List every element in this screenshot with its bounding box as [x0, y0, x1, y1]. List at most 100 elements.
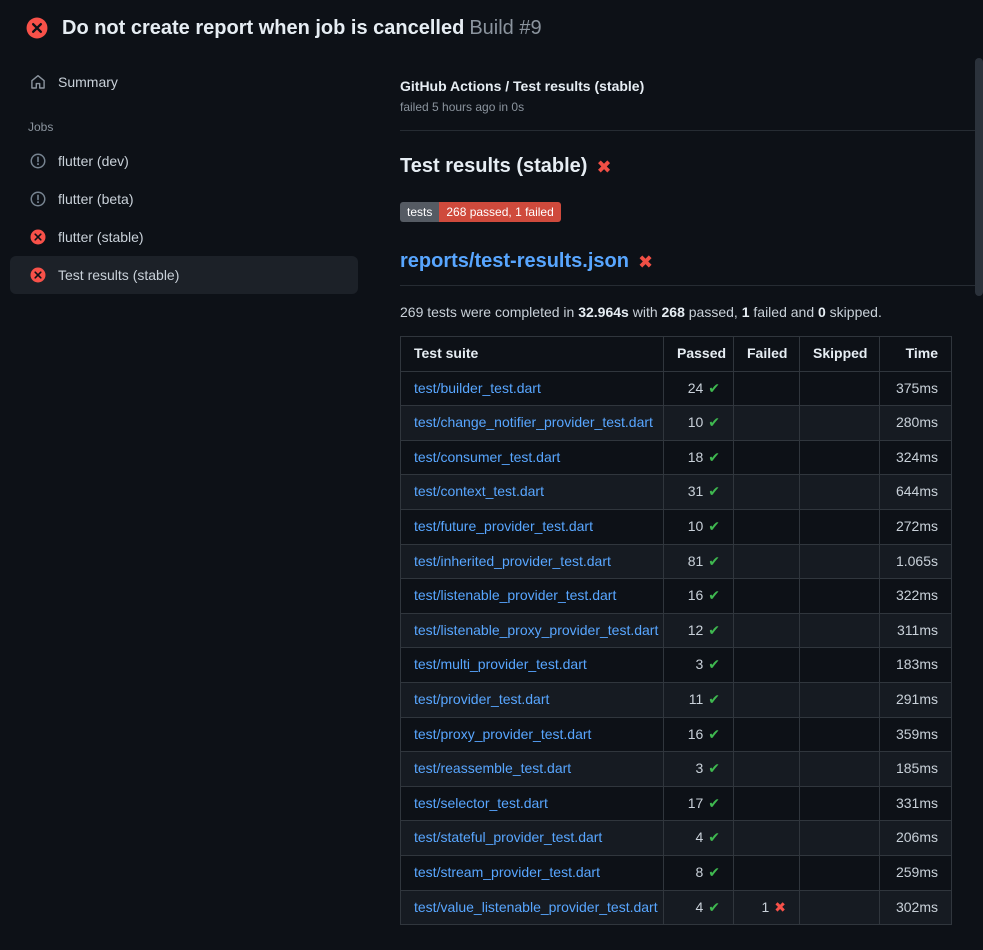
time-cell: 311ms [880, 613, 952, 648]
report-link[interactable]: reports/test-results.json [400, 250, 629, 273]
time-cell: 1.065s [880, 544, 952, 579]
report-title: reports/test-results.json ✖ [400, 250, 983, 286]
passed-cell: 10✔ [664, 406, 734, 441]
suite-cell: test/change_notifier_provider_test.dart [401, 406, 664, 441]
cross-mark-icon: ✖ [638, 253, 653, 271]
check-icon: ✔ [708, 449, 720, 465]
skipped-cell [800, 648, 880, 683]
sidebar-item-summary[interactable]: Summary [10, 64, 358, 100]
check-icon: ✔ [708, 587, 720, 603]
test-results-table: Test suite Passed Failed Skipped Time te… [400, 336, 952, 925]
passed-cell: 8✔ [664, 855, 734, 890]
test-suite-link[interactable]: test/multi_provider_test.dart [414, 656, 587, 672]
check-icon: ✔ [708, 691, 720, 707]
suite-cell: test/proxy_provider_test.dart [401, 717, 664, 752]
test-suite-link[interactable]: test/consumer_test.dart [414, 449, 560, 465]
skipped-cell [800, 544, 880, 579]
passed-count: 4 [695, 899, 703, 915]
summary-label: Summary [58, 74, 118, 90]
home-icon [30, 74, 46, 90]
table-row: test/stateful_provider_test.dart 4✔ 206ms [401, 821, 952, 856]
passed-count: 18 [688, 449, 704, 465]
job-label: flutter (dev) [58, 153, 129, 169]
passed-count: 17 [688, 795, 704, 811]
tests-badge: tests 268 passed, 1 failed [400, 202, 561, 222]
test-suite-link[interactable]: test/stream_provider_test.dart [414, 864, 600, 880]
sidebar-item-flutter-dev[interactable]: flutter (dev) [10, 142, 358, 180]
time-cell: 331ms [880, 786, 952, 821]
failed-cell [734, 855, 800, 890]
time-cell: 206ms [880, 821, 952, 856]
skipped-cell [800, 371, 880, 406]
test-suite-link[interactable]: test/future_provider_test.dart [414, 518, 593, 534]
skipped-cell [800, 717, 880, 752]
sidebar-item-flutter-stable[interactable]: flutter (stable) [10, 218, 358, 256]
test-suite-link[interactable]: test/context_test.dart [414, 483, 544, 499]
suite-cell: test/value_listenable_provider_test.dart [401, 890, 664, 925]
suite-cell: test/listenable_proxy_provider_test.dart [401, 613, 664, 648]
time-cell: 259ms [880, 855, 952, 890]
suite-cell: test/future_provider_test.dart [401, 509, 664, 544]
passed-cell: 4✔ [664, 821, 734, 856]
suite-cell: test/selector_test.dart [401, 786, 664, 821]
summary-skipped-count: 0 [818, 304, 826, 320]
check-icon: ✔ [708, 864, 720, 880]
test-suite-link[interactable]: test/reassemble_test.dart [414, 760, 571, 776]
test-suite-link[interactable]: test/value_listenable_provider_test.dart [414, 899, 658, 915]
passed-count: 4 [695, 829, 703, 845]
skipped-cell [800, 682, 880, 717]
suite-cell: test/reassemble_test.dart [401, 752, 664, 787]
skipped-cell [800, 440, 880, 475]
failed-cell: 1✖ [734, 890, 800, 925]
test-suite-link[interactable]: test/selector_test.dart [414, 795, 548, 811]
main-content: GitHub Actions / Test results (stable) f… [368, 52, 983, 925]
check-icon: ✔ [708, 380, 720, 396]
test-suite-link[interactable]: test/listenable_proxy_provider_test.dart [414, 622, 658, 638]
test-suite-link[interactable]: test/change_notifier_provider_test.dart [414, 414, 653, 430]
column-header-test-suite: Test suite [401, 337, 664, 372]
passed-cell: 10✔ [664, 509, 734, 544]
table-row: test/builder_test.dart24✔375ms [401, 371, 952, 406]
passed-count: 16 [688, 587, 704, 603]
check-icon: ✔ [708, 483, 720, 499]
suite-cell: test/stateful_provider_test.dart [401, 821, 664, 856]
check-icon: ✔ [708, 414, 720, 430]
table-row: test/change_notifier_provider_test.dart 1… [401, 406, 952, 441]
skipped-cell [800, 406, 880, 441]
alert-circle-icon [30, 153, 46, 169]
time-cell: 322ms [880, 579, 952, 614]
failed-cell [734, 613, 800, 648]
check-icon: ✔ [708, 899, 720, 915]
failed-cell [734, 475, 800, 510]
time-cell: 280ms [880, 406, 952, 441]
time-cell: 359ms [880, 717, 952, 752]
passed-cell: 31✔ [664, 475, 734, 510]
test-suite-link[interactable]: test/listenable_provider_test.dart [414, 587, 616, 603]
passed-cell: 16✔ [664, 579, 734, 614]
test-suite-link[interactable]: test/proxy_provider_test.dart [414, 726, 591, 742]
cross-mark-icon: ✖ [596, 158, 611, 176]
test-suite-link[interactable]: test/provider_test.dart [414, 691, 549, 707]
test-suite-link[interactable]: test/inherited_provider_test.dart [414, 553, 611, 569]
job-label: flutter (stable) [58, 229, 144, 245]
check-icon: ✔ [708, 518, 720, 534]
table-row: test/inherited_provider_test.dart81✔1.06… [401, 544, 952, 579]
failed-cell [734, 440, 800, 475]
sidebar-item-flutter-beta[interactable]: flutter (beta) [10, 180, 358, 218]
passed-count: 10 [688, 414, 704, 430]
page-title: Do not create report when job is cancell… [62, 16, 542, 40]
badge-label: tests [400, 202, 439, 222]
passed-cell: 17✔ [664, 786, 734, 821]
table-row: test/listenable_provider_test.dart 16✔ 322… [401, 579, 952, 614]
table-row: test/provider_test.dart11✔291ms [401, 682, 952, 717]
suite-cell: test/context_test.dart [401, 475, 664, 510]
x-circle-fill-icon [30, 229, 46, 245]
passed-count: 81 [688, 553, 704, 569]
summary-duration: 32.964s [578, 304, 629, 320]
test-suite-link[interactable]: test/stateful_provider_test.dart [414, 829, 602, 845]
test-suite-link[interactable]: test/builder_test.dart [414, 380, 541, 396]
suite-cell: test/provider_test.dart [401, 682, 664, 717]
sidebar-item-test-results-stable[interactable]: Test results (stable) [10, 256, 358, 294]
passed-count: 3 [695, 656, 703, 672]
scrollbar-thumb[interactable] [975, 58, 983, 296]
